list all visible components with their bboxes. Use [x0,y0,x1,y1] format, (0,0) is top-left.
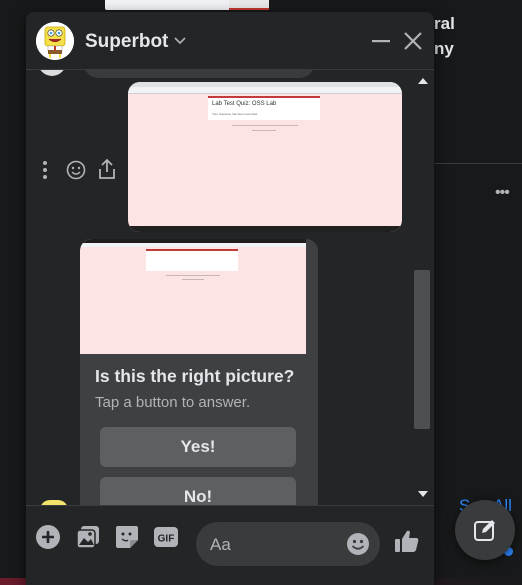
yes-button[interactable]: Yes! [100,427,296,467]
screenshot-preview-image[interactable] [80,239,306,354]
spongebob-avatar-icon [36,22,74,60]
sticker-icon[interactable] [114,524,140,550]
composer-bar: GIF [26,505,434,585]
quiz-card: Lab Test Quiz: OSS Lab Your response has… [208,96,320,120]
background-text-line1: ral [434,14,455,33]
prompt-title: Is this the right picture? [95,366,295,386]
prompt-subtitle: Tap a button to answer. [95,394,251,411]
background-text-line2: ny [434,39,454,58]
more-vertical-icon[interactable] [41,160,49,180]
close-icon[interactable] [402,30,424,52]
share-icon[interactable] [97,158,117,180]
confirmation-card: Is this the right picture? Tap a button … [80,239,318,505]
photo-icon[interactable] [75,524,101,550]
taskbar [128,226,402,232]
avatar[interactable] [36,22,74,60]
background-post-thumbnail [105,0,269,10]
plus-circle-icon[interactable] [35,524,61,550]
svg-text:GIF: GIF [158,534,175,545]
quiz-subtitle: Your response has been recorded. [212,112,258,116]
chat-header[interactable]: Superbot [26,12,434,70]
new-message-button[interactable] [455,500,515,560]
react-emoji-icon[interactable] [66,160,86,180]
message-input[interactable] [208,522,340,568]
scroll-down-arrow[interactable] [418,491,428,497]
screenshot-message-image[interactable]: Lab Test Quiz: OSS Lab Your response has… [128,82,402,232]
chevron-down-icon[interactable] [173,34,187,48]
message-list[interactable]: Lab Test Quiz: OSS Lab Your response has… [26,70,434,505]
background-divider [434,163,522,164]
previous-sender-avatar [38,70,66,76]
emoji-icon[interactable] [346,532,370,556]
more-options-icon[interactable]: ••• [495,184,510,202]
quiz-title: Lab Test Quiz: OSS Lab [212,101,277,107]
thumbs-up-icon[interactable] [394,528,420,554]
gif-icon[interactable]: GIF [153,524,179,550]
chat-title[interactable]: Superbot [85,31,168,53]
message-input-box[interactable] [196,522,380,568]
minimize-icon[interactable] [370,30,392,52]
compose-icon [474,520,495,541]
no-button[interactable]: No! [100,477,296,505]
scroll-up-arrow[interactable] [418,78,428,84]
scrollbar-thumb[interactable] [414,270,430,429]
previous-message-bubble [84,70,314,78]
chat-window: Superbot Lab Test Quiz: OSS Lab Your res… [26,12,434,585]
quiz-card-small [146,249,238,271]
